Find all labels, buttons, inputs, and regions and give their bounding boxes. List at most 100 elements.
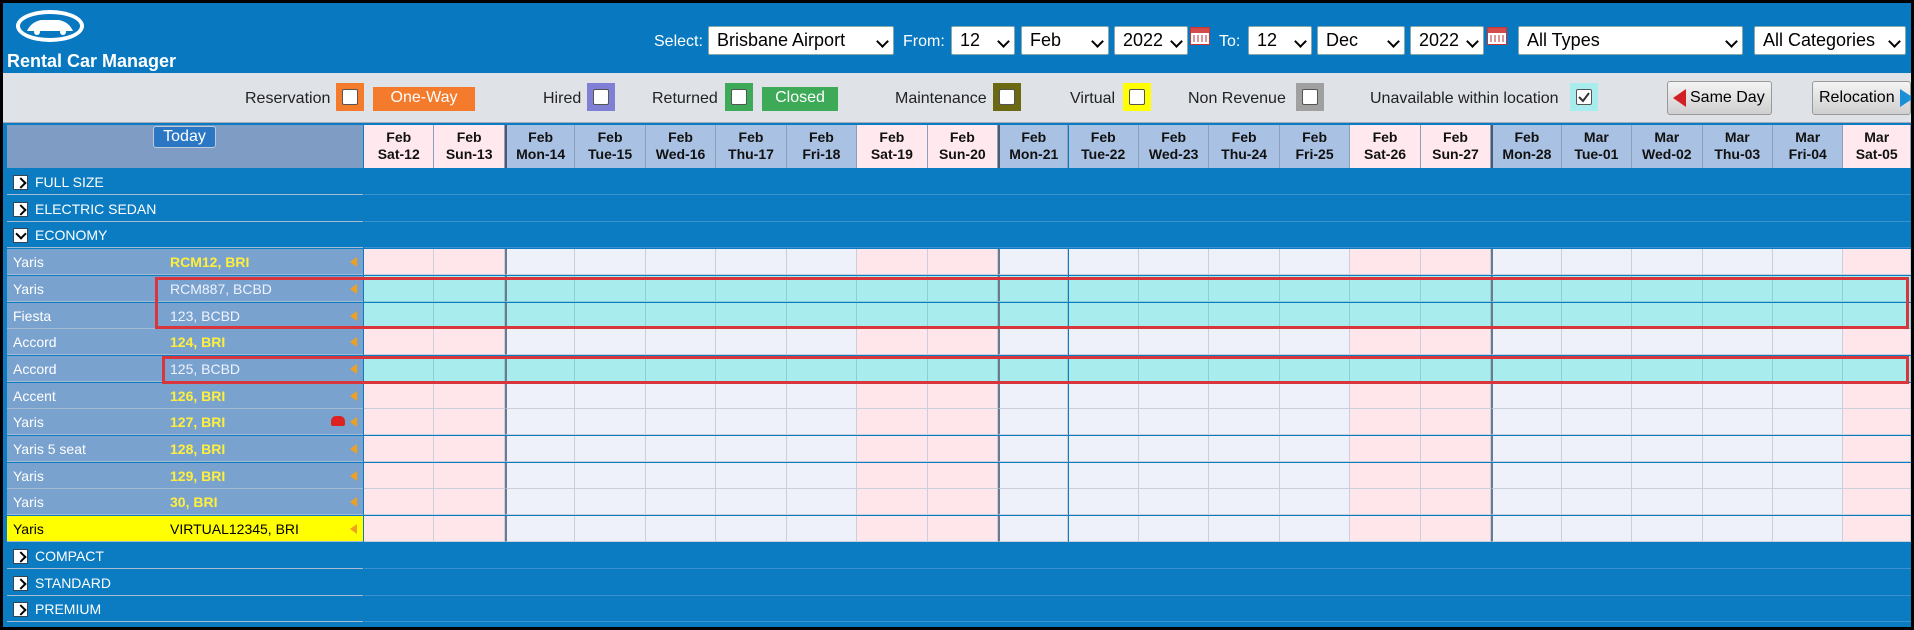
unavailable-cell[interactable]: [575, 355, 646, 382]
expand-icon[interactable]: [13, 575, 28, 591]
unavailable-cell[interactable]: [1773, 302, 1844, 329]
unavailable-cell[interactable]: [1209, 355, 1280, 382]
calendar-cell[interactable]: [434, 489, 505, 516]
calendar-cell[interactable]: [1561, 516, 1633, 543]
unavailable-cell[interactable]: [434, 302, 505, 329]
calendar-cell[interactable]: [786, 382, 858, 409]
calendar-cell[interactable]: [998, 249, 1069, 276]
unavailable-cell[interactable]: [1279, 302, 1351, 329]
hired-checkbox[interactable]: [593, 89, 609, 105]
calendar-cell[interactable]: [1843, 516, 1911, 543]
calendar-cell[interactable]: [1843, 462, 1911, 489]
calendar-cell[interactable]: [645, 329, 717, 356]
calendar-cell[interactable]: [1491, 436, 1562, 462]
unavailable-cell[interactable]: [1773, 275, 1844, 302]
unavailable-cell[interactable]: [1138, 355, 1210, 382]
calendar-cell[interactable]: [1068, 249, 1139, 276]
calendar-cell[interactable]: [1209, 462, 1280, 489]
calendar-cell[interactable]: [1843, 329, 1911, 356]
calendar-cell[interactable]: [1561, 329, 1633, 356]
unavailable-cell[interactable]: [998, 275, 1069, 302]
calendar-cell[interactable]: [1350, 489, 1421, 516]
calendar-cell[interactable]: [645, 462, 717, 489]
calendar-cell[interactable]: [1138, 409, 1210, 436]
unavailable-cell[interactable]: [1209, 275, 1280, 302]
unavailable-cell[interactable]: [1632, 355, 1703, 382]
calendar-cell[interactable]: [364, 489, 435, 516]
unavailable-cell[interactable]: [504, 275, 576, 302]
unavailable-cell[interactable]: [857, 355, 928, 382]
vehicle-label[interactable]: Yaris 127, BRI: [7, 409, 363, 436]
calendar-cell[interactable]: [1279, 409, 1351, 436]
unavailable-cell[interactable]: [1561, 275, 1633, 302]
calendar-cell[interactable]: [857, 436, 928, 462]
calendar-cell[interactable]: [998, 436, 1069, 462]
calendar-cell[interactable]: [998, 462, 1069, 489]
calendar-cell[interactable]: [1632, 329, 1703, 356]
calendar-cell[interactable]: [786, 409, 858, 436]
unavailable-cell[interactable]: [1350, 275, 1421, 302]
calendar-cell[interactable]: [1209, 436, 1280, 462]
calendar-cell[interactable]: [1632, 489, 1703, 516]
calendar-cell[interactable]: [1773, 249, 1844, 276]
calendar-cell[interactable]: [1209, 489, 1280, 516]
calendar-cell[interactable]: [575, 489, 646, 516]
calendar-cell[interactable]: [786, 516, 858, 543]
calendar-cell[interactable]: [364, 462, 435, 489]
non-revenue-checkbox[interactable]: [1302, 89, 1318, 105]
calendar-cell[interactable]: [1350, 516, 1421, 543]
unavailable-cell[interactable]: [1843, 302, 1911, 329]
calendar-cell[interactable]: [998, 409, 1069, 436]
unavailable-cell[interactable]: [1068, 302, 1139, 329]
calendar-cell[interactable]: [1632, 462, 1703, 489]
calendar-cell[interactable]: [364, 382, 435, 409]
vehicle-label[interactable]: Accord 125, BCBD: [7, 355, 363, 382]
unavailable-cell[interactable]: [1561, 302, 1633, 329]
calendar-cell[interactable]: [1350, 249, 1421, 276]
calendar-cell[interactable]: [645, 489, 717, 516]
calendar-cell[interactable]: [786, 329, 858, 356]
unavailable-cell[interactable]: [786, 302, 858, 329]
unavailable-cell[interactable]: [575, 275, 646, 302]
one-way-tag[interactable]: One-Way: [373, 87, 475, 111]
calendar-cell[interactable]: [1068, 329, 1139, 356]
calendar-cell[interactable]: [1702, 436, 1773, 462]
calendar-cell[interactable]: [927, 382, 999, 409]
arrow-left-icon[interactable]: [350, 417, 357, 428]
calendar-cell[interactable]: [1491, 489, 1562, 516]
calendar-cell[interactable]: [1209, 516, 1280, 543]
reservation-swatch[interactable]: [336, 83, 364, 111]
unavailable-cell[interactable]: [998, 302, 1069, 329]
collapse-icon[interactable]: [13, 228, 28, 244]
car-icon[interactable]: [331, 416, 345, 427]
unavailable-cell[interactable]: [1279, 275, 1351, 302]
expand-icon[interactable]: [13, 548, 28, 564]
calendar-cell[interactable]: [1209, 382, 1280, 409]
unavailable-cell[interactable]: [1209, 302, 1280, 329]
calendar-cell[interactable]: [1420, 249, 1492, 276]
calendar-cell[interactable]: [1702, 329, 1773, 356]
category-label[interactable]: COMPACT: [7, 542, 363, 569]
unavailable-cell[interactable]: [1420, 302, 1492, 329]
hired-swatch[interactable]: [587, 83, 615, 111]
calendar-cell[interactable]: [1491, 516, 1562, 543]
virtual-checkbox[interactable]: [1129, 89, 1145, 105]
arrow-left-icon[interactable]: [350, 363, 357, 374]
calendar-cell[interactable]: [575, 516, 646, 543]
arrow-left-icon[interactable]: [350, 257, 357, 268]
calendar-cell[interactable]: [1279, 382, 1351, 409]
calendar-cell[interactable]: [504, 489, 576, 516]
expand-icon[interactable]: [13, 201, 28, 217]
calendar-cell[interactable]: [575, 382, 646, 409]
to-month-select[interactable]: Dec: [1317, 26, 1405, 55]
calendar-icon[interactable]: [1487, 27, 1507, 45]
calendar-cell[interactable]: [927, 489, 999, 516]
unavailable-cell[interactable]: [927, 275, 999, 302]
category-label[interactable]: ELECTRIC SEDAN: [7, 195, 363, 222]
unavailable-cell[interactable]: [504, 355, 576, 382]
calendar-cell[interactable]: [927, 462, 999, 489]
calendar-cell[interactable]: [998, 329, 1069, 356]
calendar-cell[interactable]: [716, 516, 787, 543]
unavailable-checkbox[interactable]: [1576, 89, 1592, 105]
calendar-cell[interactable]: [1420, 462, 1492, 489]
